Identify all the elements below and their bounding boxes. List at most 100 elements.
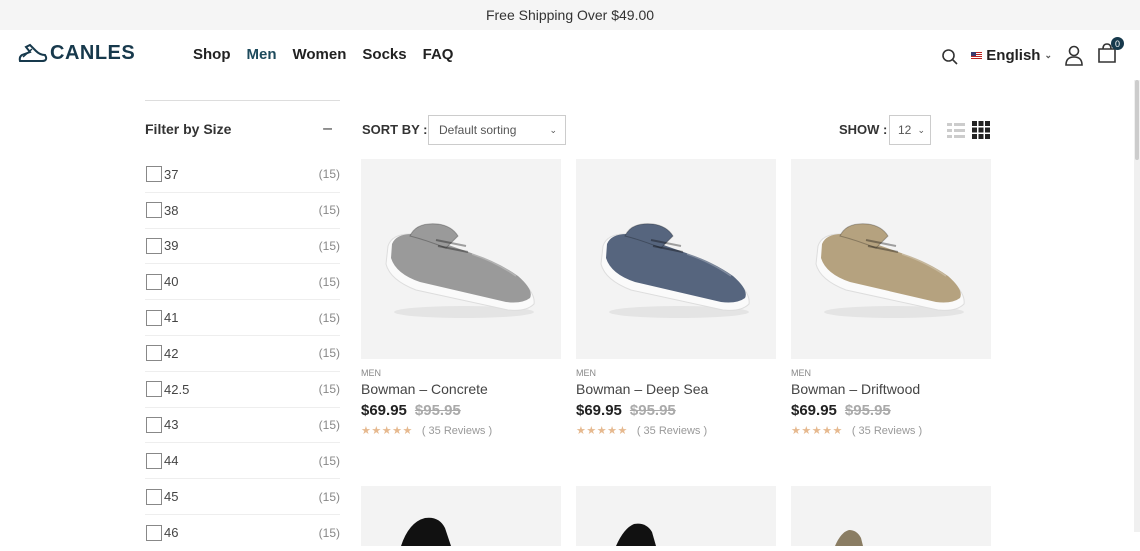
logo[interactable]: CANLES	[18, 42, 135, 65]
shoe-image	[600, 223, 750, 318]
product-old-price: $95.95	[414, 402, 461, 419]
size-checkbox[interactable]	[146, 452, 162, 469]
size-filter-option[interactable]: 40 (15)	[145, 264, 340, 301]
shoe-image	[835, 530, 863, 546]
chevron-down-icon: ⌄	[917, 125, 925, 135]
size-count: (15)	[318, 417, 340, 432]
nav-faq[interactable]: FAQ	[423, 46, 454, 63]
size-checkbox[interactable]	[146, 345, 162, 362]
main-nav: Shop Men Women Socks FAQ	[193, 46, 453, 63]
per-page-value: 12	[898, 123, 912, 137]
product-image[interactable]	[361, 159, 561, 359]
size-label[interactable]: 43	[164, 417, 319, 432]
size-filter-option[interactable]: 45 (15)	[145, 479, 340, 515]
product-name[interactable]: Bowman – Deep Sea	[576, 381, 776, 397]
size-label[interactable]: 45	[164, 489, 319, 504]
nav-shop[interactable]: Shop	[193, 46, 231, 63]
product-category: MEN	[361, 368, 381, 378]
sort-label: SORT BY :	[362, 122, 428, 137]
size-filter-option[interactable]: 42.5 (15)	[145, 372, 340, 408]
shoe-logo-icon	[18, 43, 48, 62]
size-checkbox[interactable]	[146, 273, 162, 290]
grid-view-icon[interactable]	[972, 121, 990, 139]
size-checkbox[interactable]	[146, 166, 162, 183]
size-filter-option[interactable]: 46 (15)	[145, 515, 340, 551]
user-icon[interactable]	[1064, 45, 1084, 67]
size-count: (15)	[318, 203, 340, 218]
size-label[interactable]: 44	[164, 453, 319, 468]
review-count[interactable]: ( 35 Reviews )	[422, 425, 492, 437]
product-price: $69.95	[576, 402, 622, 419]
size-checkbox[interactable]	[146, 237, 162, 254]
star-rating-icon: ★★★★★	[361, 425, 413, 437]
list-view-icon[interactable]	[947, 122, 965, 138]
product-rating: ★★★★★ ( 35 Reviews )	[361, 424, 561, 438]
sort-select[interactable]: Default sorting ⌄	[428, 115, 566, 145]
size-checkbox[interactable]	[146, 309, 162, 326]
nav-men[interactable]: Men	[247, 46, 277, 63]
size-label[interactable]: 39	[164, 238, 319, 253]
filter-header[interactable]: Filter by Size –	[145, 101, 340, 157]
filter-title: Filter by Size	[145, 121, 232, 137]
product-image[interactable]	[791, 159, 991, 359]
size-checkbox[interactable]	[146, 488, 162, 505]
product-card[interactable]	[791, 486, 991, 546]
collapse-icon[interactable]: –	[323, 120, 332, 138]
product-card[interactable]: MEN Bowman – Concrete $69.95 $95.95 ★★★★…	[361, 159, 561, 437]
size-label[interactable]: 38	[164, 203, 319, 218]
size-filter-option[interactable]: 38 (15)	[145, 193, 340, 229]
product-card[interactable]: MEN Bowman – Driftwood $69.95 $95.95 ★★★…	[791, 159, 991, 437]
size-count: (15)	[318, 346, 340, 361]
size-checkbox[interactable]	[146, 202, 162, 219]
cart-count-badge: 0	[1111, 37, 1124, 50]
size-filter-option[interactable]: 42 (15)	[145, 336, 340, 372]
size-filter-option[interactable]: 41 (15)	[145, 300, 340, 336]
review-count[interactable]: ( 35 Reviews )	[637, 425, 707, 437]
size-label[interactable]: 42.5	[164, 382, 319, 397]
size-filter-option[interactable]: 39 (15)	[145, 229, 340, 265]
product-image[interactable]	[361, 486, 561, 546]
review-count[interactable]: ( 35 Reviews )	[852, 425, 922, 437]
show-label: SHOW :	[839, 122, 888, 137]
size-count: (15)	[318, 382, 340, 397]
product-image[interactable]	[791, 486, 991, 546]
per-page-select[interactable]: 12 ⌄	[889, 115, 931, 145]
product-rating: ★★★★★ ( 35 Reviews )	[791, 424, 991, 438]
size-filter-option[interactable]: 37 (15)	[145, 157, 340, 193]
size-label[interactable]: 41	[164, 310, 319, 325]
scrollbar-thumb[interactable]	[1135, 80, 1139, 160]
product-image[interactable]	[576, 486, 776, 546]
filter-sidebar: Filter by Size – 37 (15) 38 (15) 39 (15) 40 (15…	[145, 100, 340, 551]
product-prices: $69.95 $95.95	[576, 402, 776, 419]
product-name[interactable]: Bowman – Driftwood	[791, 381, 991, 397]
cart-button[interactable]: 0	[1096, 37, 1124, 69]
product-card[interactable]: MEN Bowman – Deep Sea $69.95 $95.95 ★★★★…	[576, 159, 776, 437]
size-count: (15)	[318, 274, 340, 289]
product-name[interactable]: Bowman – Concrete	[361, 381, 561, 397]
size-label[interactable]: 46	[164, 525, 319, 540]
size-filter-option[interactable]: 44 (15)	[145, 443, 340, 480]
size-checkbox[interactable]	[146, 524, 162, 541]
size-count: (15)	[318, 525, 340, 540]
size-checkbox[interactable]	[146, 381, 162, 398]
nav-socks[interactable]: Socks	[362, 46, 406, 63]
product-card[interactable]	[576, 486, 776, 546]
size-checkbox[interactable]	[146, 416, 162, 433]
page-scrollbar[interactable]	[1134, 80, 1140, 532]
size-filter-option[interactable]: 43 (15)	[145, 408, 340, 444]
chevron-down-icon: ⌄	[1044, 50, 1052, 60]
product-image[interactable]	[576, 159, 776, 359]
product-category: MEN	[576, 368, 596, 378]
product-card[interactable]	[361, 486, 561, 546]
size-label[interactable]: 37	[164, 167, 319, 182]
search-icon[interactable]	[941, 48, 959, 66]
size-label[interactable]: 42	[164, 346, 319, 361]
language-selector[interactable]: English ⌄	[971, 47, 1052, 64]
header-actions: English ⌄ 0	[941, 37, 1124, 69]
announcement-bar: Free Shipping Over $49.00	[0, 0, 1140, 30]
size-label[interactable]: 40	[164, 274, 319, 289]
nav-women[interactable]: Women	[293, 46, 347, 63]
announcement-text: Free Shipping Over $49.00	[485, 7, 655, 23]
product-price: $69.95	[791, 402, 837, 419]
us-flag-icon	[971, 52, 983, 59]
